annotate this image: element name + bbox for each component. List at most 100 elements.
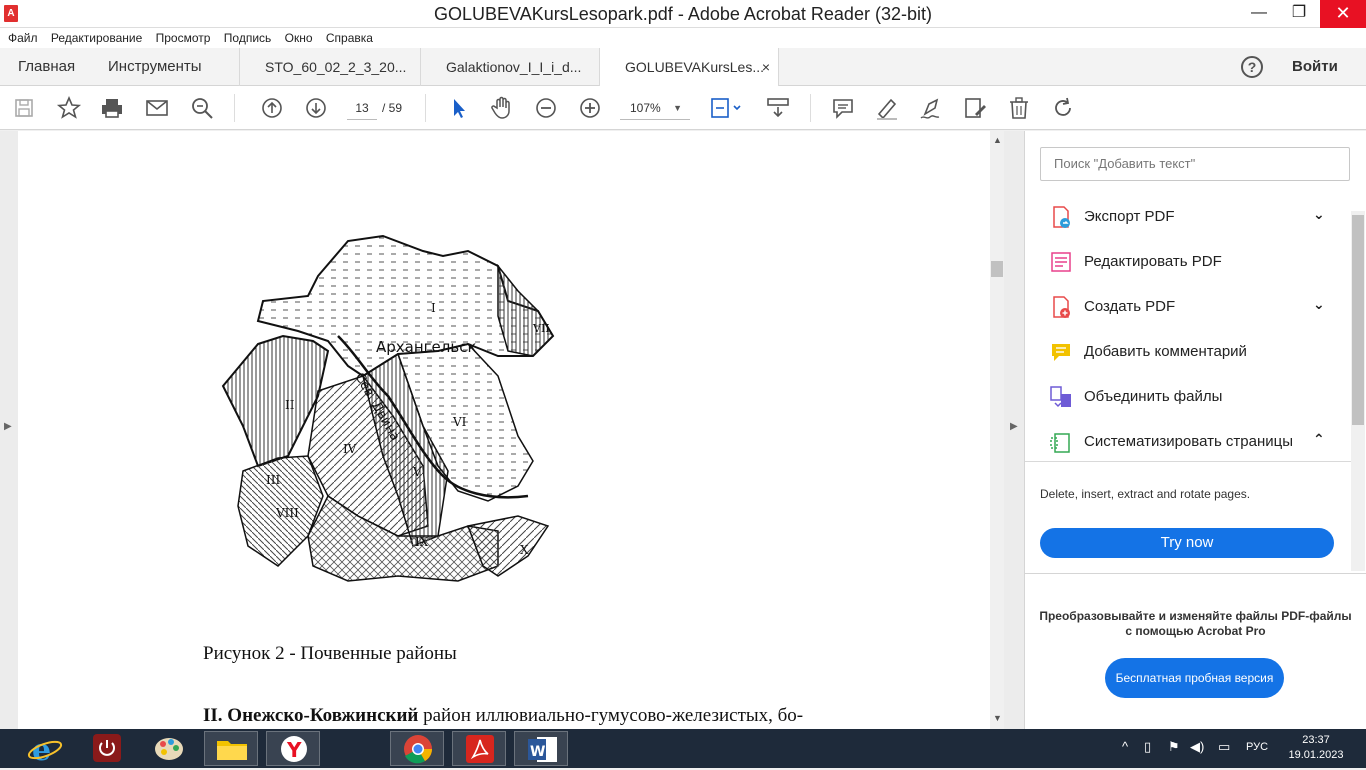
chrome-icon[interactable] [390, 731, 444, 766]
menu-view[interactable]: Просмотр [156, 28, 211, 45]
maximize-button[interactable]: ❐ [1276, 0, 1322, 28]
promo-line: Преобразовывайте и изменяйте файлы PDF-ф… [1039, 609, 1352, 623]
tab-document-1[interactable]: STO_60_02_2_3_20... [239, 48, 420, 86]
signin-button[interactable]: Войти [1292, 48, 1338, 86]
svg-text:Y: Y [286, 738, 302, 762]
battery-icon[interactable]: ▯ [1144, 739, 1151, 755]
select-cursor-icon[interactable] [445, 94, 473, 122]
clock[interactable]: 23:37 19.01.2023 [1286, 733, 1346, 763]
tab-home[interactable]: Главная [18, 48, 75, 86]
try-now-button[interactable]: Try now [1040, 528, 1334, 558]
free-trial-button[interactable]: Бесплатная пробная версия [1105, 658, 1284, 698]
taskbar: e Y W ^ ▯ ⚑ ◀) ▭ РУС 23:37 19.01.2023 [0, 729, 1366, 768]
yandex-browser-icon[interactable]: Y [266, 731, 320, 766]
tools-search-input[interactable]: Поиск "Добавить текст" [1040, 147, 1350, 181]
clock-date: 19.01.2023 [1288, 749, 1344, 761]
edit-document-icon[interactable] [961, 94, 989, 122]
scrollbar-thumb[interactable] [1352, 215, 1364, 425]
tab-document-2[interactable]: Galaktionov_I_I_i_d... [420, 48, 599, 86]
document-scrollbar[interactable]: ▲ ▼ [990, 131, 1004, 729]
edit-pdf-icon [1051, 252, 1071, 272]
menu-window[interactable]: Окно [285, 28, 313, 45]
tool-create-pdf[interactable]: Создать PDF ⌄ [1025, 285, 1366, 330]
divider [1025, 461, 1351, 462]
fit-page-icon[interactable] [708, 94, 744, 122]
print-icon[interactable] [98, 94, 126, 122]
close-button[interactable]: ✕ [1320, 0, 1366, 28]
page-number-input[interactable]: 13 [347, 96, 377, 120]
acrobat-reader-icon[interactable] [452, 731, 506, 766]
clock-time: 23:37 [1302, 734, 1330, 746]
network-icon[interactable]: ▭ [1218, 739, 1230, 755]
hand-tool-icon[interactable] [488, 94, 516, 122]
tab-tools[interactable]: Инструменты [108, 48, 202, 86]
language-indicator[interactable]: РУС [1246, 741, 1268, 753]
map-label-region: VI [452, 415, 467, 429]
zoom-out-icon[interactable] [532, 94, 560, 122]
tool-organize-pages[interactable]: Систематизировать страницы ⌃ [1025, 420, 1366, 465]
volume-icon[interactable]: ◀) [1190, 739, 1204, 755]
search-zoom-icon[interactable] [188, 94, 216, 122]
map-label-region: VIII [275, 506, 299, 520]
internet-explorer-icon[interactable]: e [18, 731, 72, 768]
chevron-down-icon[interactable]: ⌄ [1313, 296, 1325, 313]
zoom-level-select[interactable]: 107% ▼ [620, 96, 690, 120]
tool-label: Добавить комментарий [1084, 343, 1247, 360]
right-pane-toggle[interactable]: ▶ [1004, 131, 1025, 729]
help-icon[interactable]: ? [1241, 56, 1263, 78]
page-up-icon[interactable] [258, 94, 286, 122]
star-icon[interactable] [55, 94, 83, 122]
promo-line: с помощью Acrobat Pro [1125, 624, 1266, 638]
menu-sign[interactable]: Подпись [224, 28, 272, 45]
trash-icon[interactable] [1005, 94, 1033, 122]
sign-pen-icon[interactable] [917, 94, 945, 122]
menu-bar: Файл Редактирование Просмотр Подпись Окн… [0, 28, 1366, 48]
save-icon[interactable] [10, 94, 38, 122]
comment-icon[interactable] [829, 94, 857, 122]
map-label-region: IV [343, 442, 357, 456]
toolbar: 13 / 59 107% ▼ [0, 86, 1366, 130]
power-icon[interactable] [80, 731, 134, 766]
chevron-down-icon: ▼ [673, 103, 682, 113]
scroll-down-icon[interactable]: ▼ [993, 713, 1002, 723]
organize-pages-icon [1050, 433, 1070, 453]
toolbar-separator [810, 94, 811, 122]
menu-help[interactable]: Справка [326, 28, 373, 45]
toolbar-separator [425, 94, 426, 122]
scrollbar-thumb[interactable] [991, 261, 1003, 277]
email-icon[interactable] [143, 94, 171, 122]
close-tab-icon[interactable]: × [762, 48, 770, 86]
paint-icon[interactable] [142, 731, 196, 766]
document-viewport[interactable]: ▶ Архангельск Сев. Двина I II III IV V V… [0, 131, 1025, 729]
zoom-in-icon[interactable] [576, 94, 604, 122]
flag-icon[interactable]: ⚑ [1168, 739, 1180, 755]
page-down-icon[interactable] [302, 94, 330, 122]
scroll-mode-icon[interactable] [764, 94, 792, 122]
toolbar-separator [234, 94, 235, 122]
map-label-region: II [285, 398, 295, 412]
file-explorer-icon[interactable] [204, 731, 258, 766]
tool-label: Редактировать PDF [1084, 253, 1222, 270]
menu-file[interactable]: Файл [8, 28, 38, 45]
left-pane-toggle[interactable]: ▶ [0, 131, 18, 729]
chevron-up-icon[interactable]: ⌃ [1313, 431, 1325, 448]
menu-edit[interactable]: Редактирование [51, 28, 142, 45]
window-title: GOLUBEVAKursLesopark.pdf - Adobe Acrobat… [434, 4, 932, 24]
tool-add-comment[interactable]: Добавить комментарий [1025, 330, 1366, 375]
show-hidden-icons[interactable]: ^ [1122, 739, 1128, 754]
map-label-region: VII [532, 322, 550, 335]
map-label-region: V [412, 465, 422, 479]
map-label-region: I [431, 301, 436, 315]
tools-scrollbar[interactable] [1351, 211, 1365, 571]
chevron-down-icon[interactable]: ⌄ [1313, 206, 1325, 223]
tool-combine-files[interactable]: Объединить файлы [1025, 375, 1366, 420]
rotate-icon[interactable] [1049, 94, 1077, 122]
tab-bar: Главная Инструменты STO_60_02_2_3_20... … [0, 48, 1366, 87]
tool-export-pdf[interactable]: Экспорт PDF ⌄ [1025, 195, 1366, 240]
soil-regions-map: Архангельск Сев. Двина I II III IV V VI … [221, 234, 555, 582]
tool-edit-pdf[interactable]: Редактировать PDF [1025, 240, 1366, 285]
scroll-up-icon[interactable]: ▲ [993, 135, 1002, 145]
tab-document-3[interactable]: GOLUBEVAKursLes... × [599, 48, 779, 87]
word-icon[interactable]: W [514, 731, 568, 766]
highlight-pen-icon[interactable] [873, 94, 901, 122]
